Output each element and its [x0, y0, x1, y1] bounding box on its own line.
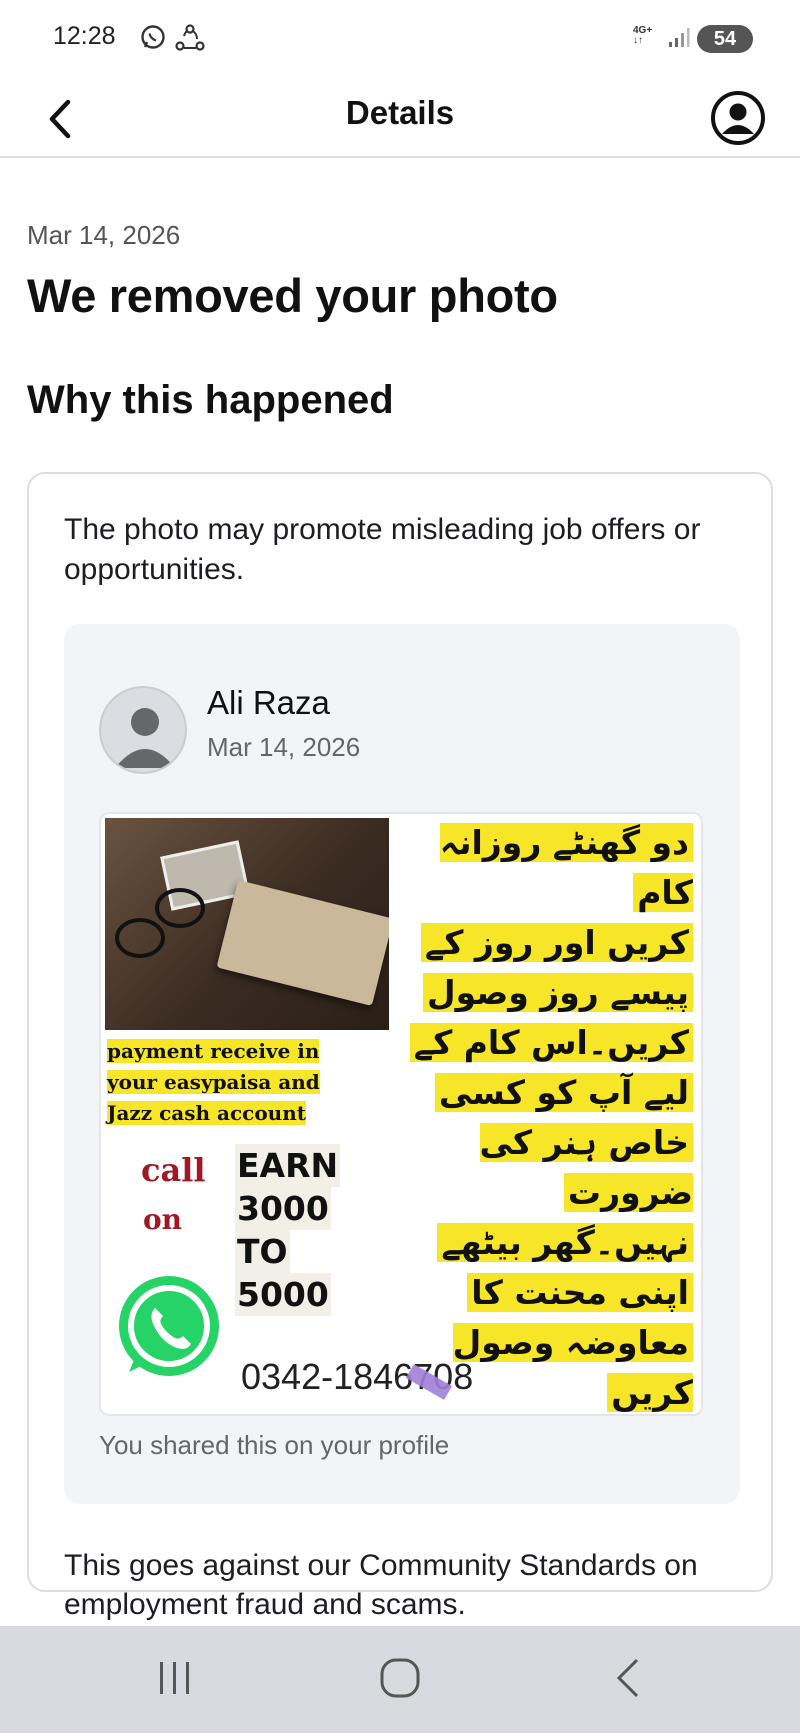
- home-icon[interactable]: [375, 1656, 425, 1700]
- network-type: 4G+ ↓↑: [633, 25, 653, 46]
- app-header: Details: [0, 80, 800, 158]
- payment-text: payment receive in your easypaisa and Ja…: [107, 1039, 320, 1125]
- whatsapp-icon: [119, 1276, 219, 1376]
- removed-photo: دو گھنٹے روزانہ کام کریں اور روز کے پیسے…: [99, 812, 703, 1416]
- notebook: [216, 879, 389, 1007]
- glasses-lens: [115, 918, 165, 958]
- status-bar: 12:28 4G+ ↓↑ 54: [0, 0, 800, 80]
- status-time: 12:28: [53, 22, 116, 50]
- whatsapp-notification-icon: [141, 25, 165, 49]
- sync-notification-icon: [175, 24, 205, 51]
- signal-icon: [669, 28, 690, 47]
- section-heading: Why this happened: [27, 378, 394, 422]
- removed-post-preview: Ali Raza Mar 14, 2026 دو گھنٹے روزانہ کا…: [64, 624, 740, 1504]
- urdu-ad-text: دو گھنٹے روزانہ کام کریں اور روز کے پیسے…: [387, 818, 693, 1414]
- recent-apps-icon[interactable]: [150, 1656, 200, 1700]
- standards-note: This goes against our Community Standard…: [64, 1549, 698, 1621]
- shared-note: You shared this on your profile: [99, 1430, 450, 1460]
- notice-date: Mar 14, 2026: [27, 220, 181, 250]
- earn-text: EARN 3000 TO 5000: [235, 1144, 341, 1316]
- post-author: Ali Raza: [207, 684, 330, 721]
- avatar: [99, 686, 187, 774]
- call-text: call on: [141, 1151, 206, 1236]
- account-circle-icon[interactable]: [710, 90, 766, 146]
- removal-reason: The photo may promote misleading job off…: [64, 513, 701, 586]
- glasses-lens: [155, 888, 205, 928]
- reason-card: The photo may promote misleading job off…: [27, 472, 773, 1621]
- default-avatar-icon: [115, 708, 175, 768]
- page-title: Details: [345, 94, 455, 131]
- post-date: Mar 14, 2026: [207, 732, 361, 762]
- back-nav-icon[interactable]: [605, 1656, 655, 1700]
- system-nav-bar: [0, 1626, 800, 1733]
- battery-indicator: 54: [697, 25, 753, 53]
- desk-photo: [105, 818, 389, 1030]
- notice-title: We removed your photo: [27, 269, 558, 322]
